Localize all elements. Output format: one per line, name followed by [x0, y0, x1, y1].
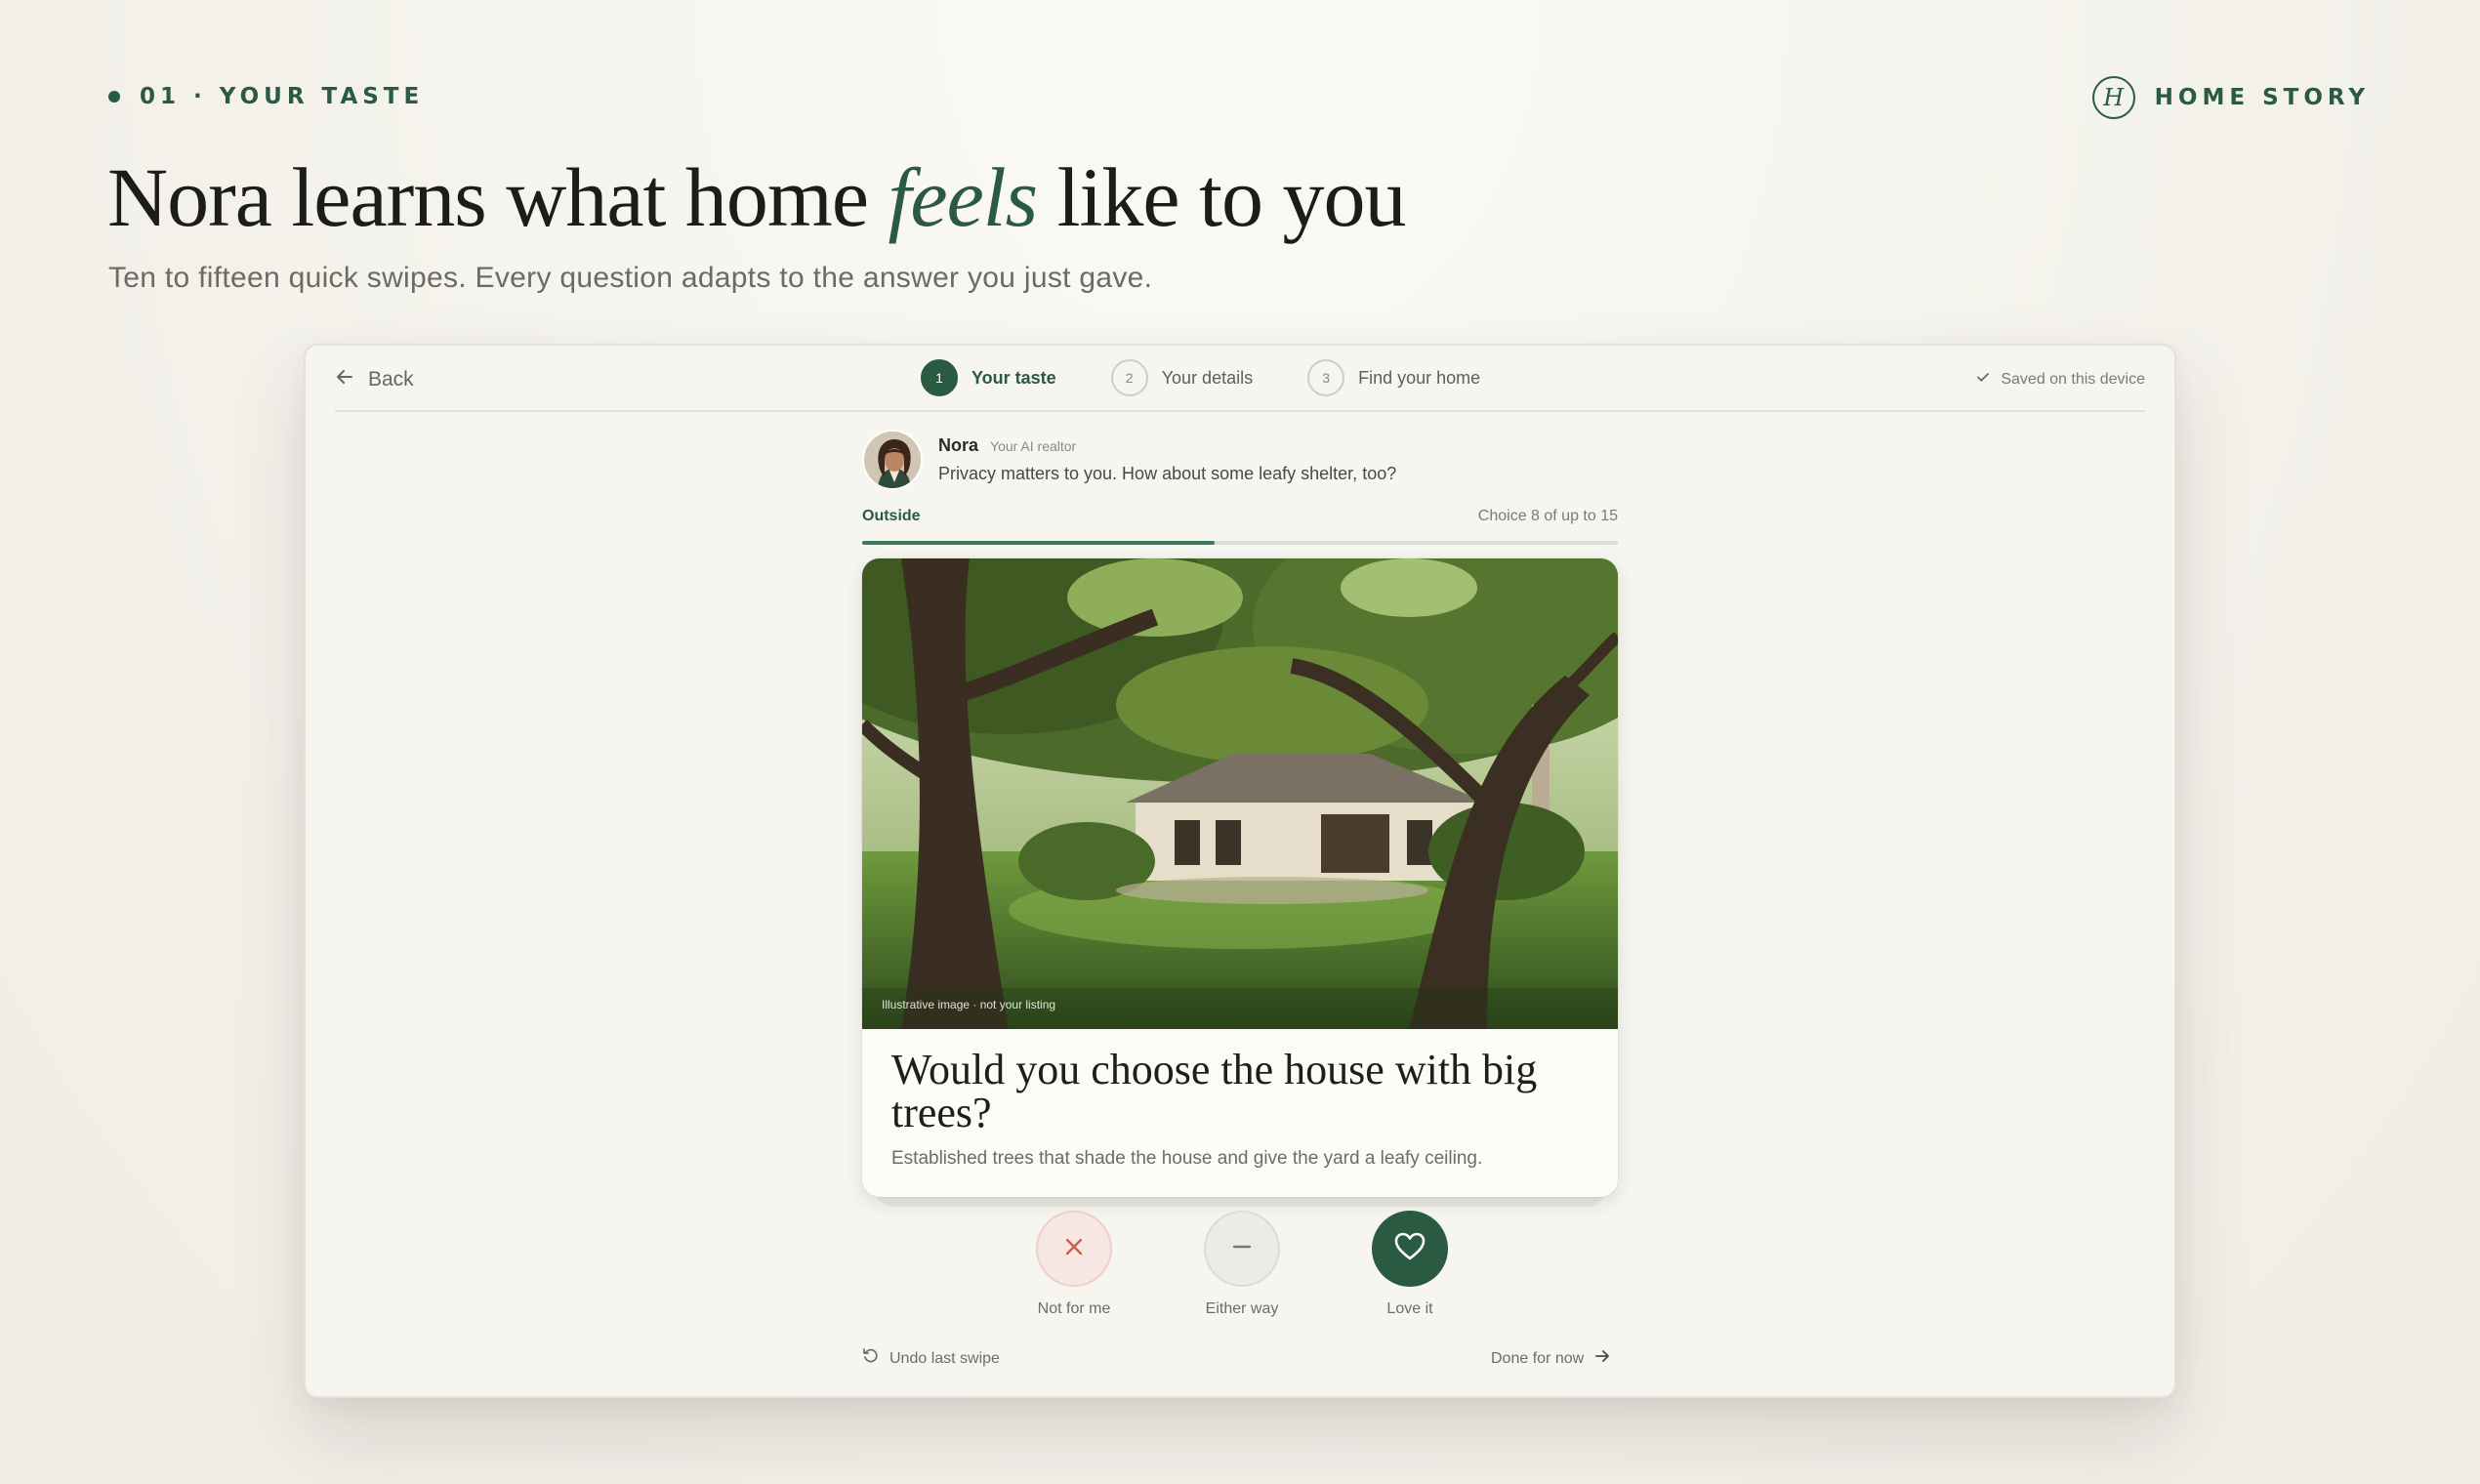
- question-description: Established trees that shade the house a…: [891, 1148, 1483, 1169]
- page-subtitle: Ten to fifteen quick swipes. Every quest…: [108, 262, 1153, 294]
- love-it-button[interactable]: [1372, 1211, 1448, 1287]
- brand-logo[interactable]: H HOME STORY: [2091, 76, 2370, 119]
- step-your-taste[interactable]: 1 Your taste: [921, 359, 1056, 396]
- brand-name: HOME STORY: [2154, 85, 2370, 110]
- stepper: 1 Your taste 2 Your details 3 Find your …: [921, 359, 1480, 396]
- step-find-your-home[interactable]: 3 Find your home: [1307, 359, 1480, 396]
- arrow-right-icon: [1593, 1347, 1611, 1370]
- either-way-label: Either way: [1205, 1300, 1279, 1317]
- back-button[interactable]: Back: [335, 367, 414, 392]
- not-for-me-button[interactable]: [1036, 1211, 1112, 1287]
- undo-icon: [862, 1347, 880, 1370]
- not-for-me-label: Not for me: [1037, 1300, 1111, 1317]
- top-bar: Back 1 Your taste 2 Your details 3 Find …: [335, 346, 2145, 412]
- heart-icon: [1393, 1230, 1426, 1268]
- progress-fill: [862, 541, 1216, 545]
- step-label: Find your home: [1358, 367, 1481, 388]
- not-for-me-action: Not for me: [1036, 1211, 1112, 1318]
- app-panel: Back 1 Your taste 2 Your details 3 Find …: [304, 344, 2176, 1398]
- saved-status: Saved on this device: [1975, 369, 2145, 390]
- section-eyebrow: 01 · YOUR TASTE: [108, 84, 424, 109]
- undo-button[interactable]: Undo last swipe: [862, 1347, 1000, 1370]
- done-button[interactable]: Done for now: [1491, 1347, 1611, 1370]
- eyebrow-dot: [108, 91, 120, 103]
- eyebrow-label: 01 · YOUR TASTE: [140, 84, 425, 109]
- image-caption: Illustrative image · not your listing: [882, 998, 1056, 1011]
- progress-header: Outside Choice 8 of up to 15: [862, 508, 1618, 525]
- step-your-details[interactable]: 2 Your details: [1110, 359, 1254, 396]
- close-icon: [1061, 1234, 1087, 1264]
- question-title: Would you choose the house with big tree…: [891, 1046, 1538, 1136]
- arrow-left-icon: [335, 367, 354, 392]
- brand-monogram: H: [2091, 76, 2135, 119]
- step-number: 1: [921, 359, 958, 396]
- step-number: 3: [1307, 359, 1345, 396]
- either-way-button[interactable]: [1204, 1211, 1280, 1287]
- agent-name: Nora: [938, 435, 979, 455]
- title-emphasis: feels: [888, 150, 1039, 244]
- done-label: Done for now: [1491, 1349, 1585, 1367]
- agent-message: Nora Your AI realtor Privacy matters to …: [862, 430, 1396, 490]
- page-title: Nora learns what home feels like to you: [107, 148, 1407, 246]
- avatar: [862, 430, 923, 490]
- swipe-card[interactable]: Illustrative image · not your listing Wo…: [862, 558, 1618, 1197]
- saved-label: Saved on this device: [2001, 370, 2145, 388]
- progress-bar: [862, 541, 1618, 545]
- agent-role: Your AI realtor: [990, 438, 1077, 454]
- step-label: Your taste: [971, 367, 1056, 388]
- step-number: 2: [1110, 359, 1148, 396]
- house-photo: Illustrative image · not your listing: [862, 558, 1618, 1029]
- minus-icon: [1229, 1234, 1255, 1264]
- title-start: Nora learns what home: [107, 150, 889, 244]
- swipe-actions: Not for me Either way Love it: [1036, 1211, 1448, 1318]
- progress-count: Choice 8 of up to 15: [1477, 508, 1618, 524]
- agent-message-text: Privacy matters to you. How about some l…: [938, 464, 1397, 483]
- either-way-action: Either way: [1204, 1211, 1280, 1318]
- check-icon: [1975, 369, 1991, 390]
- love-it-action: Love it: [1372, 1211, 1448, 1318]
- back-label: Back: [368, 368, 414, 391]
- love-it-label: Love it: [1386, 1300, 1433, 1317]
- step-label: Your details: [1161, 367, 1254, 388]
- undo-label: Undo last swipe: [889, 1349, 1000, 1367]
- title-end: like to you: [1037, 150, 1407, 244]
- progress-category: Outside: [862, 508, 921, 524]
